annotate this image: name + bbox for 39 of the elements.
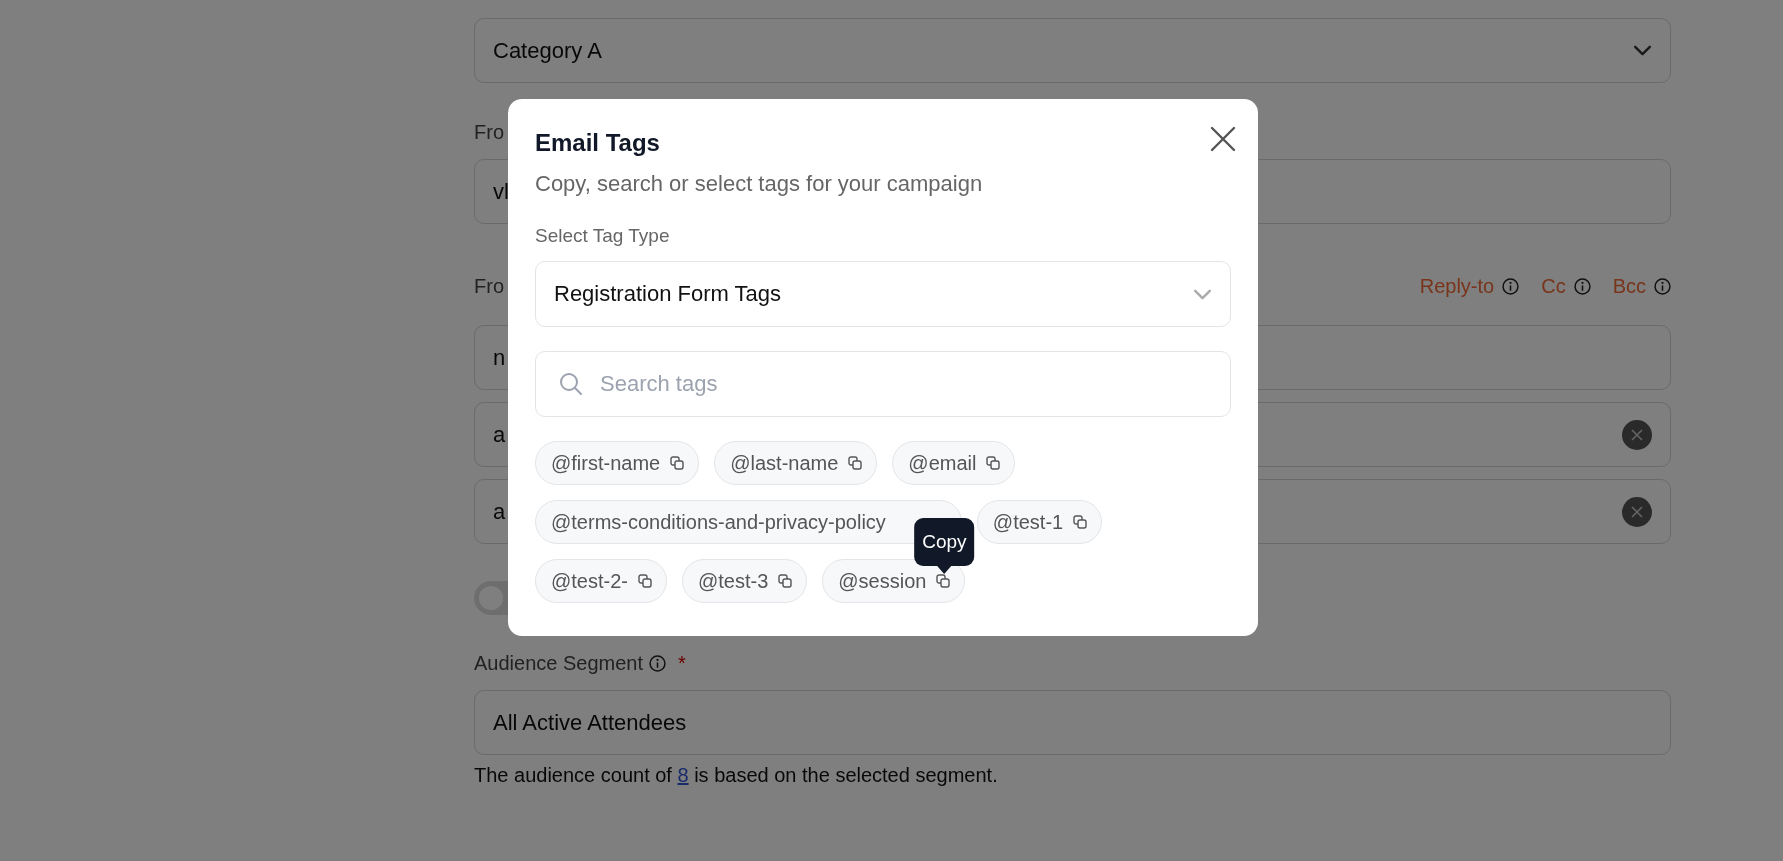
required-mark: * — [678, 652, 686, 675]
tag-chip[interactable]: @test-3 — [682, 559, 808, 603]
modal-subtitle: Copy, search or select tags for your campaign — [535, 171, 984, 197]
copy-icon[interactable] — [670, 456, 685, 470]
field-label: Fro — [474, 275, 504, 298]
x-icon — [1631, 505, 1643, 518]
search-field[interactable]: Search tags — [535, 351, 1231, 417]
x-icon — [1631, 428, 1643, 441]
tag-type-select[interactable]: Registration Form Tags — [535, 261, 1231, 327]
audience-note: The audience count of 8 is based on the selected segment. — [474, 764, 999, 787]
chevron-down-icon — [1633, 45, 1652, 56]
category-select[interactable]: Category A — [474, 18, 1671, 83]
copy-icon[interactable] — [1073, 515, 1088, 529]
tag-chip[interactable]: @first-name — [535, 441, 700, 485]
field-label: Fro — [474, 121, 504, 144]
audience-select[interactable]: All Active Attendees — [474, 690, 1671, 755]
tag-chip[interactable]: @test-1 — [976, 500, 1103, 544]
copy-icon[interactable] — [848, 456, 863, 470]
chevron-down-icon — [1193, 288, 1212, 300]
clear-button[interactable] — [1622, 496, 1652, 527]
copy-icon[interactable] — [986, 456, 1001, 470]
field-label: Audience Segment — [474, 652, 643, 675]
info-icon — [1654, 278, 1671, 295]
tag-chip[interactable]: @test-2- — [535, 559, 667, 603]
close-button[interactable] — [1209, 125, 1237, 153]
field-label: Select Tag Type — [535, 225, 671, 247]
modal-title: Email Tags — [535, 129, 660, 157]
info-icon — [1573, 278, 1591, 295]
tag-chip[interactable]: @email — [892, 441, 1016, 485]
clear-button[interactable] — [1622, 419, 1652, 450]
copy-icon[interactable] — [638, 574, 652, 588]
info-icon — [649, 655, 666, 672]
info-icon — [1502, 278, 1520, 295]
search-icon — [559, 372, 583, 396]
tag-chip[interactable]: @session — [822, 559, 966, 603]
tag-chip[interactable]: @last-name — [714, 441, 878, 485]
copy-icon[interactable] — [778, 574, 793, 588]
copy-icon[interactable] — [936, 574, 951, 588]
tooltip: Copy — [914, 518, 975, 574]
